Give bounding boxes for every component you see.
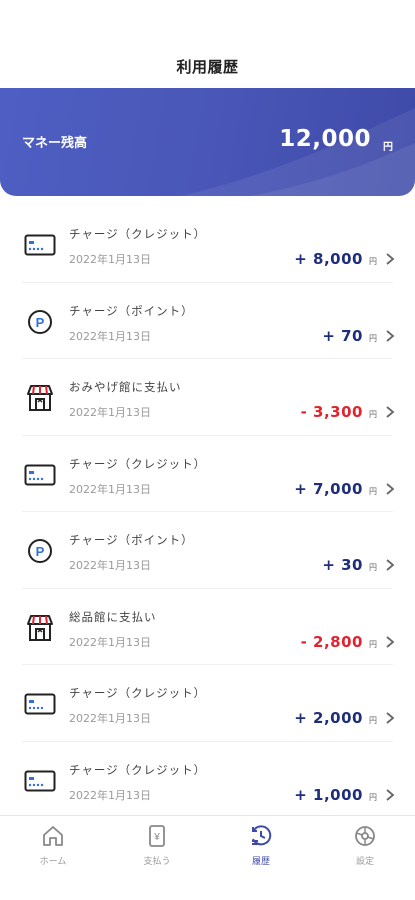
chevron-right-icon	[383, 251, 397, 265]
app-header: 利用履歴	[0, 0, 415, 88]
chevron-right-icon	[383, 404, 397, 418]
shop-icon	[22, 613, 58, 643]
transaction-unit: 円	[369, 716, 377, 725]
transaction-date: 2022年1月13日	[69, 253, 151, 266]
point-icon: P	[22, 307, 58, 337]
transaction-unit: 円	[369, 639, 377, 649]
transaction-date: 2022年1月13日	[69, 406, 151, 419]
transaction-unit: 円	[369, 257, 377, 266]
list-item[interactable]: チャージ（クレジット） 2022年1月13日 + 7,000 円	[0, 436, 415, 513]
transaction-date: 2022年1月13日	[69, 712, 151, 725]
transaction-amount: + 7,000	[294, 479, 363, 498]
credit-card-icon	[22, 766, 58, 796]
chevron-right-icon	[383, 787, 397, 801]
transaction-list: チャージ（クレジット） 2022年1月13日 + 8,000 円 P チャージ（ポイント）…	[0, 206, 415, 818]
transaction-amount: + 8,000	[294, 250, 363, 268]
chevron-right-icon	[383, 481, 397, 495]
transaction-title: チャージ（クレジット）	[69, 227, 207, 241]
balance-amount: 12,000	[279, 126, 371, 152]
transaction-date: 2022年1月13日	[69, 329, 151, 343]
transaction-date: 2022年1月13日	[69, 635, 151, 649]
transaction-amount: + 30	[322, 556, 363, 574]
transaction-title: チャージ（クレジット）	[69, 456, 207, 471]
transaction-amount: + 2,000	[294, 709, 363, 727]
tab-bar: ホーム ¥ 支払う 履歴 設定	[0, 815, 415, 900]
point-icon: P	[22, 536, 58, 566]
transaction-title: チャージ（ポイント）	[69, 533, 194, 547]
transaction-amount: - 3,300	[300, 403, 363, 421]
transaction-unit: 円	[369, 563, 377, 572]
transaction-date: 2022年1月13日	[69, 482, 151, 496]
page-title: 利用履歴	[176, 58, 239, 76]
tab-label: ホーム	[39, 857, 67, 867]
tab-payment[interactable]: ¥ 支払う	[105, 816, 209, 876]
transaction-title: チャージ（クレジット）	[69, 762, 207, 777]
list-item[interactable]: チャージ（クレジット） 2022年1月13日 + 2,000 円	[0, 665, 415, 742]
list-item[interactable]: チャージ（クレジット） 2022年1月13日 + 1,000 円	[0, 742, 415, 819]
transaction-unit: 円	[369, 486, 377, 496]
chevron-right-icon	[383, 557, 397, 571]
svg-text:P: P	[36, 544, 45, 559]
list-item[interactable]: P チャージ（ポイント） 2022年1月13日 + 70 円	[0, 283, 415, 360]
transaction-title: おみやげ館に支払い	[69, 380, 182, 394]
svg-text:¥: ¥	[153, 832, 160, 843]
balance-label: マネー残高	[22, 136, 88, 151]
transaction-title: チャージ（ポイント）	[69, 303, 194, 318]
transaction-unit: 円	[369, 333, 377, 343]
chevron-right-icon	[383, 328, 397, 342]
transaction-unit: 円	[369, 410, 377, 419]
credit-card-icon	[22, 230, 58, 260]
tab-history[interactable]: 履歴	[209, 816, 313, 876]
transaction-title: 総品館に支払い	[69, 609, 157, 624]
tab-label: 支払う	[143, 857, 171, 867]
list-item[interactable]: P チャージ（ポイント） 2022年1月13日 + 30 円	[0, 512, 415, 589]
tab-settings[interactable]: 設定	[313, 816, 415, 876]
tab-label: 履歴	[251, 857, 270, 867]
transaction-amount: + 1,000	[294, 785, 363, 804]
chevron-right-icon	[383, 710, 397, 724]
transaction-date: 2022年1月13日	[69, 559, 151, 572]
tab-home[interactable]: ホーム	[1, 816, 105, 876]
credit-card-icon	[22, 689, 58, 719]
transaction-amount: + 70	[322, 326, 363, 345]
list-item[interactable]: 総品館に支払い 2022年1月13日 - 2,800 円	[0, 589, 415, 666]
balance-unit: 円	[383, 142, 393, 153]
list-item[interactable]: おみやげ館に支払い 2022年1月13日 - 3,300 円	[0, 359, 415, 436]
credit-card-icon	[22, 460, 58, 490]
svg-text:P: P	[36, 315, 45, 330]
list-item[interactable]: チャージ（クレジット） 2022年1月13日 + 8,000 円	[0, 206, 415, 283]
chevron-right-icon	[383, 634, 397, 648]
shop-icon	[22, 383, 58, 413]
transaction-amount: - 2,800	[300, 632, 363, 651]
tab-label: 設定	[355, 857, 374, 867]
balance-card: マネー残高 12,000 円	[0, 88, 415, 196]
transaction-unit: 円	[369, 792, 377, 802]
transaction-title: チャージ（クレジット）	[69, 686, 207, 700]
transaction-date: 2022年1月13日	[69, 788, 151, 802]
